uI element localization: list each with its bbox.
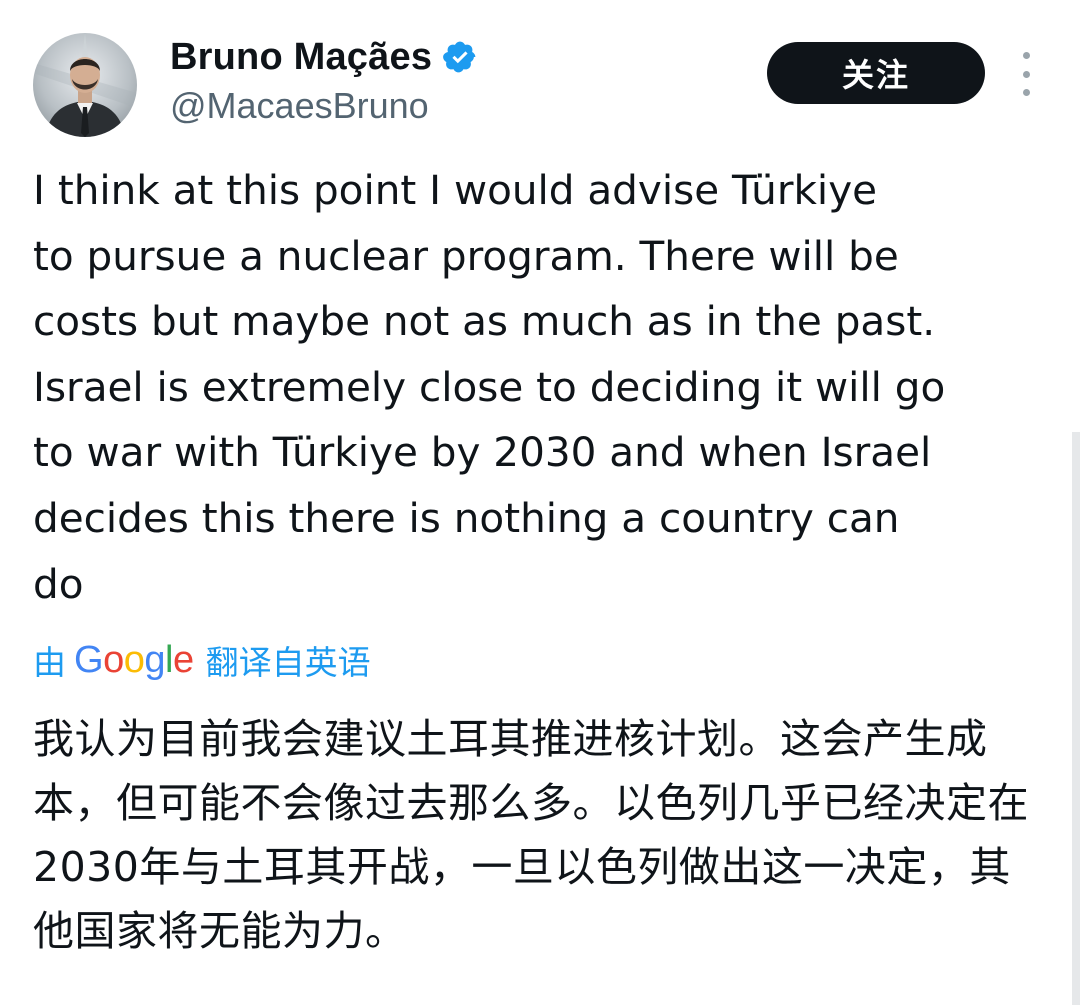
translation-prefix: 由 <box>33 643 66 682</box>
avatar[interactable] <box>33 33 137 137</box>
tweet-header: Bruno Maçães @MacaesBruno 关注 <box>0 0 1080 150</box>
google-logo: Google <box>74 638 194 681</box>
dot <box>1022 52 1030 59</box>
scrollbar[interactable] <box>1072 432 1080 1005</box>
translated-text: 我认为目前我会建议土耳其推进核计划。这会产生成本，但可能不会像过去那么多。以色列… <box>33 715 1029 955</box>
dot <box>1022 70 1030 78</box>
tweet-text: I think at this point I would advise Tür… <box>33 166 946 608</box>
follow-button[interactable]: 关注 <box>767 42 985 104</box>
author-display-name[interactable]: Bruno Maçães <box>170 36 432 79</box>
verified-badge-icon <box>442 39 478 75</box>
translation-attribution[interactable]: 由 Google 翻译自英语 <box>33 634 371 686</box>
author-name-row: Bruno Maçães <box>170 32 478 82</box>
more-options-icon[interactable] <box>1012 52 1040 96</box>
author-handle[interactable]: @MacaesBruno <box>170 85 429 127</box>
translation-suffix: 翻译自英语 <box>205 643 371 682</box>
dot <box>1022 89 1030 96</box>
